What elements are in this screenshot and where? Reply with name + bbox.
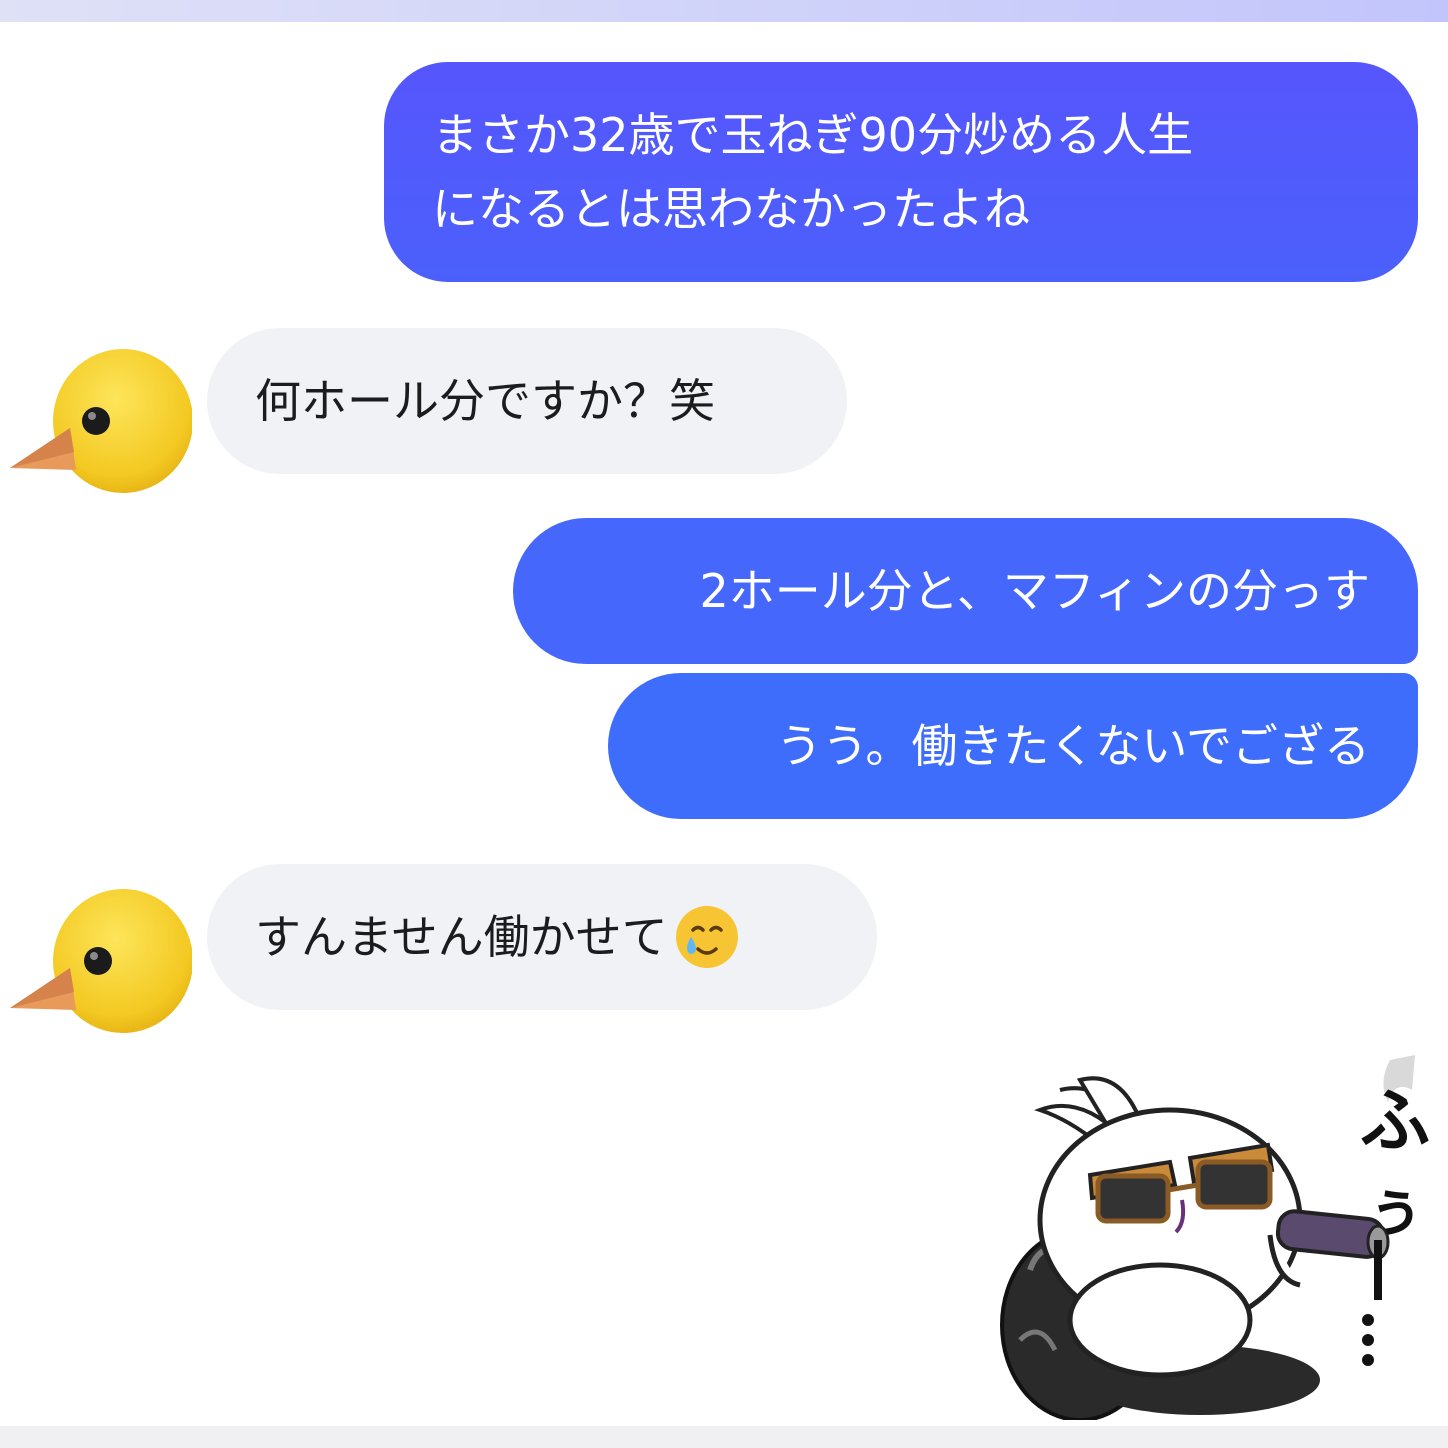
baby-chick-icon[interactable] xyxy=(8,886,192,1036)
message-text: 2ホール分と、マフィンの分っす xyxy=(699,564,1370,618)
bottom-bar xyxy=(0,1426,1448,1448)
message-bubble-outgoing[interactable]: うう。働きたくないでござる xyxy=(608,673,1418,819)
sticker-text-fu: ふ xyxy=(1360,1079,1430,1162)
message-text: すんません働かせて xyxy=(255,910,668,964)
baby-chick-icon[interactable] xyxy=(8,348,192,498)
rabbit-sunglasses-cigar-sticker[interactable]: ふ ぅ xyxy=(1000,1050,1430,1420)
message-bubble-outgoing[interactable]: 2ホール分と、マフィンの分っす xyxy=(513,518,1418,664)
message-text: 何ホール分ですか？笑 xyxy=(255,374,715,428)
top-bar xyxy=(0,0,1448,22)
message-bubble-incoming[interactable]: すんません働かせて xyxy=(207,864,877,1010)
message-text-line: まさか32歳で玉ねぎ90分炒める人生 xyxy=(432,108,1194,162)
sticker-text-u: ぅ xyxy=(1365,1175,1425,1245)
smiling-face-with-tear-icon xyxy=(675,905,738,968)
message-text-line: になるとは思わなかったよね xyxy=(432,182,1030,236)
message-text: うう。働きたくないでござる xyxy=(776,719,1370,773)
message-bubble-incoming[interactable]: 何ホール分ですか？笑 xyxy=(207,328,847,474)
message-bubble-outgoing[interactable]: まさか32歳で玉ねぎ90分炒める人生 になるとは思わなかったよね xyxy=(384,62,1418,282)
